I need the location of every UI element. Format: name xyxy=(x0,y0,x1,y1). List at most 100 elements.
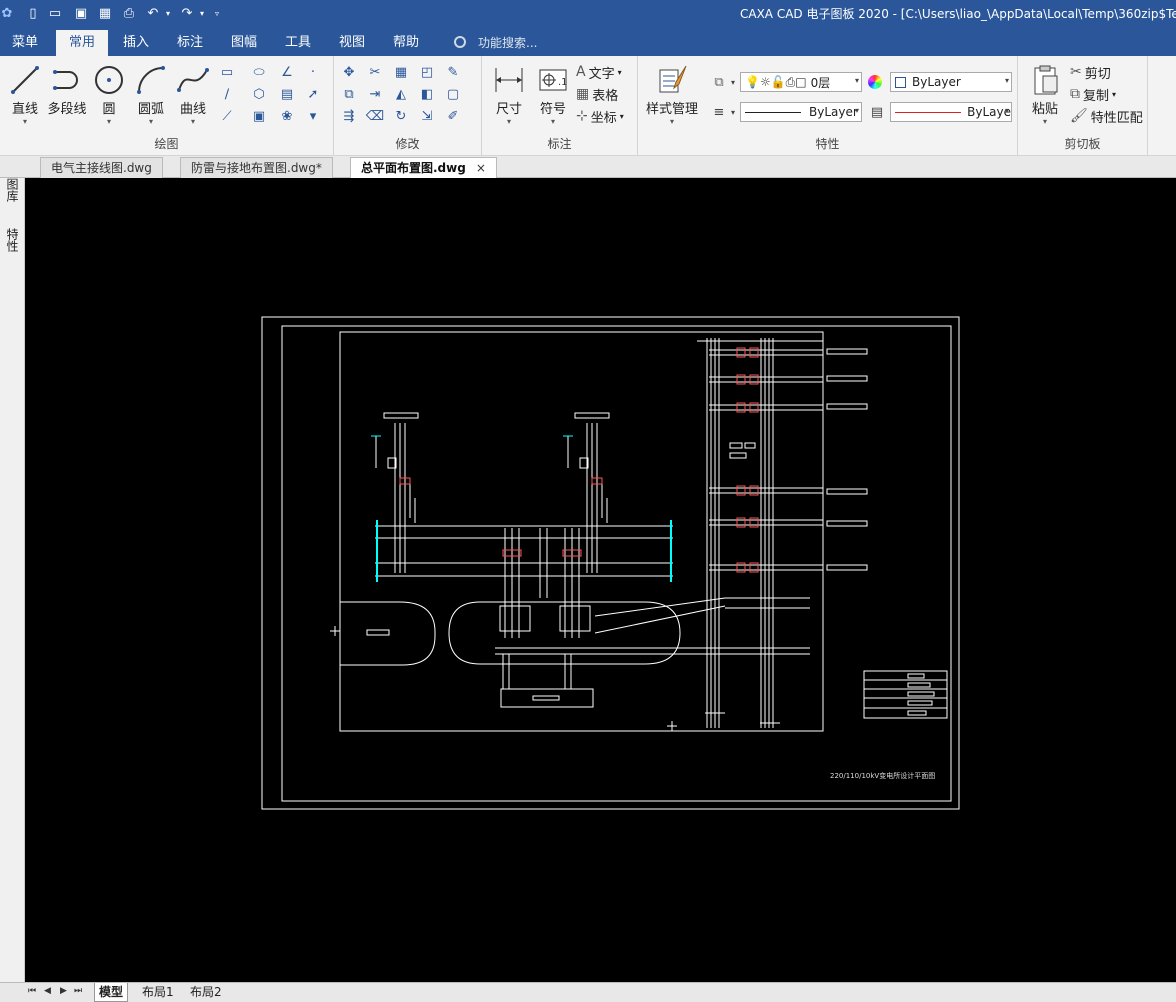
parallel-line-icon[interactable]: ∕ xyxy=(216,84,238,104)
app-logo-icon[interactable]: ✿ xyxy=(0,3,14,23)
document-tab-bar: 电气主接线图.dwg 防雷与接地布置图.dwg* 总平面布置图.dwg × xyxy=(0,156,1176,178)
cut-button[interactable]: ✂ 剪切 xyxy=(1070,62,1111,82)
polygon-icon[interactable]: ⬡ xyxy=(248,84,270,104)
library-panel-tab[interactable]: 图库 xyxy=(4,178,21,202)
trim-icon[interactable]: ✂ xyxy=(364,62,386,82)
symbol-button[interactable]: .1 符号 ▾ xyxy=(530,60,576,130)
undo-dropdown-icon[interactable]: ▾ xyxy=(164,3,172,23)
save-icon[interactable]: ▣ xyxy=(72,3,90,23)
pointer-icon[interactable]: ➚ xyxy=(302,84,324,104)
doc-tab-site-plan[interactable]: 总平面布置图.dwg × xyxy=(350,157,497,178)
print-icon[interactable]: ⎙ xyxy=(120,3,138,23)
delete-icon[interactable]: ⌫ xyxy=(364,106,386,126)
symbol-label: 符号 xyxy=(539,102,566,117)
paste-button[interactable]: 粘贴 ▾ xyxy=(1024,60,1066,130)
rectangle-icon[interactable]: ▭ xyxy=(216,62,238,82)
move-icon[interactable]: ✥ xyxy=(338,62,360,82)
undo-icon[interactable]: ↶ xyxy=(144,3,162,23)
tab-annotate[interactable]: 标注 xyxy=(168,30,212,56)
linetype-preview xyxy=(745,111,801,113)
chevron-down-icon[interactable]: ▾ xyxy=(728,102,738,122)
open-file-icon[interactable]: ▭ xyxy=(46,3,64,23)
redo-icon[interactable]: ↷ xyxy=(178,3,196,23)
redo-dropdown-icon[interactable]: ▾ xyxy=(198,3,206,23)
busbar-left xyxy=(375,520,673,582)
copy-button[interactable]: ⧉ 复制 ▾ xyxy=(1070,84,1116,104)
color-wheel-icon[interactable] xyxy=(868,75,882,89)
layout-tab-model[interactable]: 模型 xyxy=(94,983,129,1002)
spline-button[interactable]: 曲线 ▾ xyxy=(170,60,216,130)
extend-icon[interactable]: ⇥ xyxy=(364,84,386,104)
offset-icon[interactable]: ⇶ xyxy=(338,106,360,126)
layout-tab-layout2[interactable]: 布局2 xyxy=(186,983,226,1002)
search-icon[interactable] xyxy=(454,36,466,48)
copy-entity-icon[interactable]: ⧉ xyxy=(338,84,360,104)
stretch-icon[interactable]: ⇲ xyxy=(416,106,438,126)
search-input[interactable]: 功能搜索... xyxy=(478,34,537,51)
centerline-icon[interactable]: ⟋ xyxy=(216,106,238,126)
tab-insert[interactable]: 插入 xyxy=(114,30,158,56)
new-file-icon[interactable]: ▯ xyxy=(24,3,42,23)
linetype-select[interactable]: ByLayer ▾ xyxy=(740,102,862,122)
coordinate-icon: ⊹ xyxy=(576,108,588,124)
chevron-down-icon[interactable]: ▾ xyxy=(728,72,738,92)
color-select[interactable]: ByLayer ▾ xyxy=(890,72,1012,92)
close-icon[interactable]: × xyxy=(476,161,486,175)
line-button[interactable]: 直线 ▾ xyxy=(2,60,48,130)
tab-sheet[interactable]: 图幅 xyxy=(222,30,266,56)
brush-icon[interactable]: ✎ xyxy=(442,62,464,82)
save-as-icon[interactable]: ▦ xyxy=(96,3,114,23)
scale-icon[interactable]: ◧ xyxy=(416,84,438,104)
circle-button[interactable]: 圆 ▾ xyxy=(86,60,132,130)
point-icon[interactable]: · xyxy=(302,62,324,82)
next-layout-icon[interactable]: ▶ xyxy=(60,986,67,996)
table-button[interactable]: ▦ 表格 xyxy=(576,84,618,104)
array-icon[interactable]: ▦ xyxy=(390,62,412,82)
image-icon[interactable]: ❀ xyxy=(276,106,298,126)
ellipse-icon[interactable]: ⬭ xyxy=(248,62,270,82)
fillet-icon[interactable]: ◰ xyxy=(416,62,438,82)
arc-button[interactable]: 圆弧 ▾ xyxy=(128,60,174,130)
last-layout-icon[interactable]: ⏭ xyxy=(74,986,82,996)
drawing-canvas[interactable]: 220/110/10kV变电所设计平面图 xyxy=(25,178,1176,982)
style-manager-icon xyxy=(656,64,688,96)
doc-tab-main-wiring[interactable]: 电气主接线图.dwg xyxy=(40,157,163,178)
style-manager-button[interactable]: 样式管理 ▾ xyxy=(644,60,700,130)
dimension-button[interactable]: 尺寸 ▾ xyxy=(486,60,532,130)
lineweight-icon[interactable]: ▤ xyxy=(866,102,888,122)
clipboard-group-label: 剪切板 xyxy=(1064,137,1101,151)
chevron-down-icon: ▾ xyxy=(854,106,859,115)
tab-help[interactable]: 帮助 xyxy=(384,30,428,56)
text-button[interactable]: A 文字 ▾ xyxy=(576,62,622,82)
edit-icon[interactable]: ✐ xyxy=(442,106,464,126)
tab-home[interactable]: 常用 xyxy=(56,30,108,56)
doc-tab-lightning[interactable]: 防雷与接地布置图.dwg* xyxy=(180,157,333,178)
layout-tab-layout1[interactable]: 布局1 xyxy=(138,983,178,1002)
hatch-icon[interactable]: ▤ xyxy=(276,84,298,104)
tab-tools[interactable]: 工具 xyxy=(276,30,320,56)
paste-icon xyxy=(1029,64,1061,96)
coordinate-button[interactable]: ⊹ 坐标 ▾ xyxy=(576,106,624,126)
explode-icon[interactable]: ▢ xyxy=(442,84,464,104)
prev-layout-icon[interactable]: ◀ xyxy=(44,986,51,996)
ribbon-tab-bar: 菜单 常用 插入 标注 图幅 工具 视图 帮助 功能搜索... xyxy=(0,26,1176,56)
lineweight-select[interactable]: ByLaye ▾ xyxy=(890,102,1012,122)
match-properties-button[interactable]: 🖌 特性匹配 xyxy=(1070,106,1143,126)
mirror-icon[interactable]: ◭ xyxy=(390,84,412,104)
block-icon[interactable]: ▣ xyxy=(248,106,270,126)
more-draw-icon[interactable]: ▾ xyxy=(302,106,324,126)
rotate-icon[interactable]: ↻ xyxy=(390,106,412,126)
tab-menu[interactable]: 菜单 xyxy=(4,30,46,56)
angle-line-icon[interactable]: ∠ xyxy=(276,62,298,82)
polyline-button[interactable]: 多段线 xyxy=(44,60,90,130)
properties-group: 样式管理 ▾ ⧉ ▾ 💡☼🔓⎙□ 0层 ▾ ByLayer ▾ ≡ ▾ ByLayer… xyxy=(638,56,1018,156)
first-layout-icon[interactable]: ⏮ xyxy=(28,986,36,996)
linetype-icon[interactable]: ≡ xyxy=(708,102,730,122)
properties-panel-tab[interactable]: 特性 xyxy=(4,228,21,252)
layer-manager-icon[interactable]: ⧉ xyxy=(708,72,730,92)
customize-icon[interactable]: ▿ xyxy=(212,3,222,23)
tab-view[interactable]: 视图 xyxy=(330,30,374,56)
switchyard-220kv xyxy=(697,338,823,728)
ribbon-panel: 直线 ▾ 多段线 圆 ▾ 圆弧 ▾ 曲线 ▾ ▭ ⬭ ∠ · ∕ ⬡ ▤ ➚ ⟋… xyxy=(0,56,1176,156)
layer-select[interactable]: 💡☼🔓⎙□ 0层 ▾ xyxy=(740,72,862,92)
